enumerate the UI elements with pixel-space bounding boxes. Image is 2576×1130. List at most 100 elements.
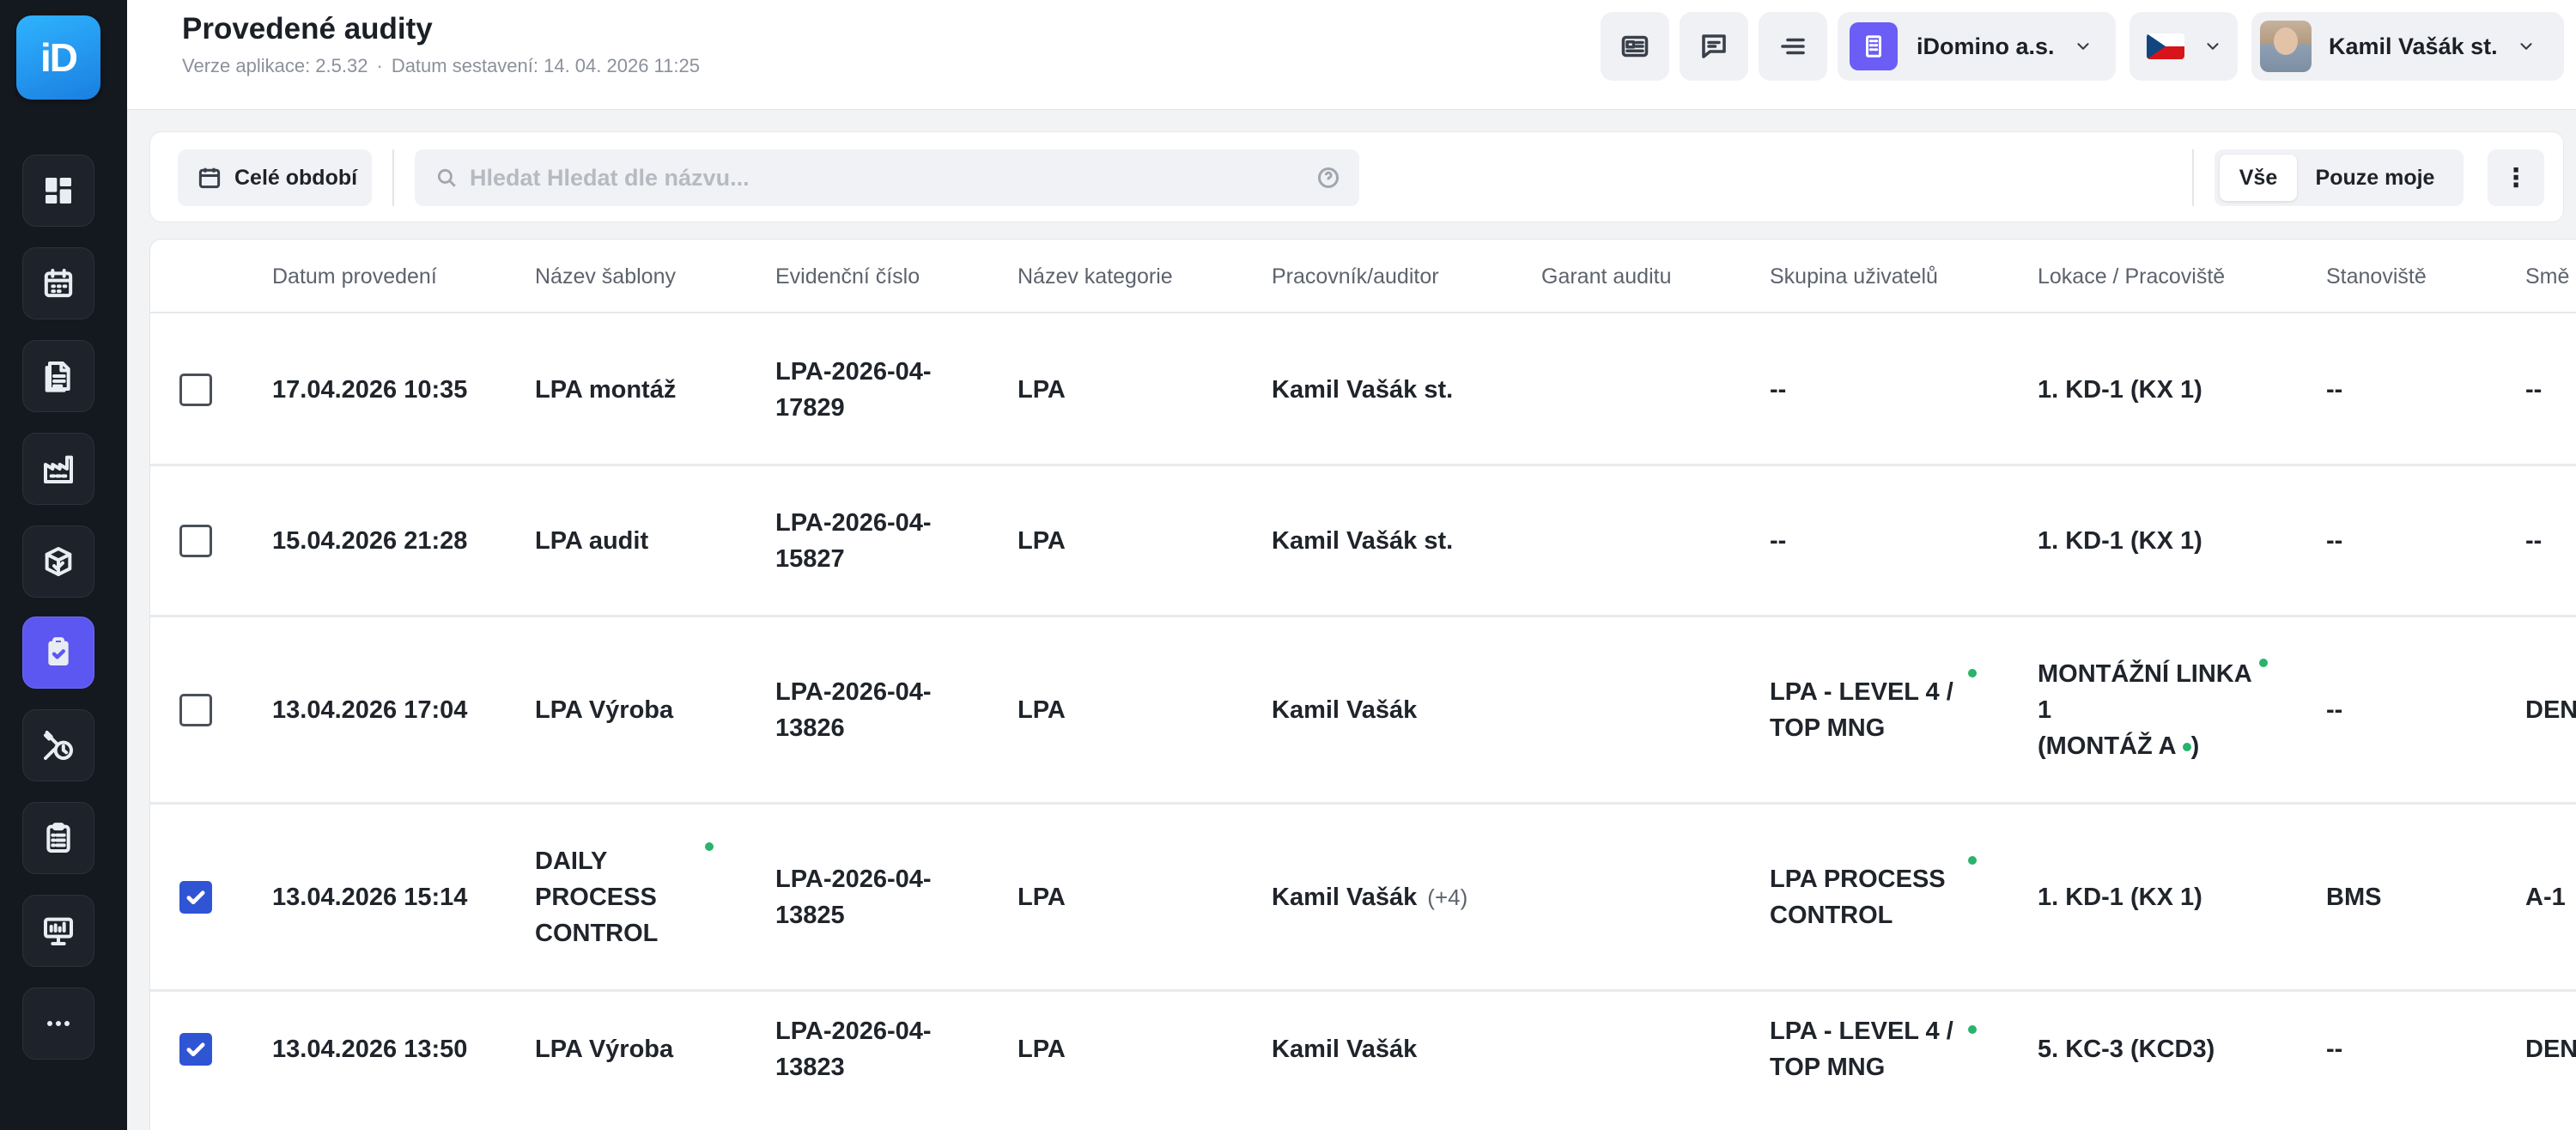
column-header-worker[interactable]: Pracovník/auditor xyxy=(1272,240,1439,313)
cell-group-wrap: LPA - LEVEL 4 / TOP MNG xyxy=(1770,617,1993,802)
column-header-station[interactable]: Stanoviště xyxy=(2326,240,2427,313)
cell-worker-extra[interactable]: (+4) xyxy=(1427,879,1467,915)
row-checkbox-cell xyxy=(179,992,212,1107)
check-icon xyxy=(186,1042,205,1057)
row-checkbox-cell xyxy=(179,805,212,989)
cell-shift: -- xyxy=(2525,526,2543,555)
period-button[interactable]: Celé období xyxy=(178,149,372,206)
chat-button[interactable] xyxy=(1680,12,1748,81)
table-row[interactable]: 15.04.2026 21:28 LPA audit LPA-2026-04-1… xyxy=(150,466,2576,617)
search-box[interactable] xyxy=(415,149,1359,206)
sidebar-item-checklists[interactable] xyxy=(22,802,94,874)
row-checkbox[interactable] xyxy=(179,1033,212,1066)
news-button[interactable] xyxy=(1601,12,1669,81)
sidebar-item-factory[interactable] xyxy=(22,433,94,505)
language-selector[interactable] xyxy=(2129,12,2238,81)
avatar xyxy=(2260,21,2312,72)
more-icon xyxy=(47,1021,70,1026)
cell-template: DAILY PROCESS CONTROL xyxy=(535,847,659,947)
cell-location-wrap: MONTÁŽNÍ LINKA 1 (MONTÁŽ A ) xyxy=(2038,617,2295,802)
column-header-evid[interactable]: Evidenční číslo xyxy=(775,240,920,313)
text-lines-icon xyxy=(1781,38,1805,55)
column-header-garant[interactable]: Garant auditu xyxy=(1541,240,1672,313)
status-dot xyxy=(2182,742,2191,751)
cell-station: -- xyxy=(2326,1036,2343,1063)
cell-category: LPA xyxy=(1018,1036,1066,1063)
sidebar-item-calendar[interactable] xyxy=(22,247,94,319)
cell-location-sub: (MONTÁŽ A ) xyxy=(2038,732,2200,760)
cell-evid-wrap: LPA-2026-04-13823 xyxy=(775,992,973,1107)
app-logo[interactable]: iD xyxy=(16,15,100,100)
column-header-group[interactable]: Skupina uživatelů xyxy=(1770,240,1938,313)
cell-station: -- xyxy=(2326,375,2343,404)
ownership-filter: Vše Pouze moje xyxy=(2215,149,2464,206)
column-header-template[interactable]: Název šablony xyxy=(535,240,676,313)
cell-evid-wrap: LPA-2026-04-13825 xyxy=(775,805,973,989)
cell-group: LPA - LEVEL 4 / TOP MNG xyxy=(1770,677,1953,742)
filter-all-button[interactable]: Vše xyxy=(2220,155,2297,201)
row-checkbox-cell xyxy=(179,617,212,802)
more-options-button[interactable]: ⋮ xyxy=(2488,149,2544,206)
chat-icon xyxy=(1702,34,1726,58)
cell-evid-wrap: LPA-2026-04-15827 xyxy=(775,466,973,615)
cell-shift: DEN xyxy=(2525,696,2576,724)
user-menu[interactable]: Kamil Vašák st. xyxy=(2251,12,2564,81)
row-checkbox-cell xyxy=(179,466,212,615)
table-row[interactable]: 13.04.2026 13:50 LPA Výroba LPA-2026-04-… xyxy=(150,992,2576,1130)
table-row[interactable]: 17.04.2026 10:35 LPA montáž LPA-2026-04-… xyxy=(150,315,2576,466)
newspaper-icon xyxy=(1621,35,1649,58)
column-header-category[interactable]: Název kategorie xyxy=(1018,240,1173,313)
status-dot xyxy=(2259,659,2268,667)
cell-group-wrap: LPA PROCESS CONTROL xyxy=(1770,805,1993,989)
czech-flag-icon xyxy=(2147,33,2184,59)
cell-worker: Kamil Vašák st. xyxy=(1272,526,1454,555)
sidebar-item-presentation[interactable] xyxy=(22,895,94,967)
cell-category: LPA xyxy=(1018,526,1066,555)
column-header-date[interactable]: Datum provedení xyxy=(272,240,437,313)
search-input[interactable] xyxy=(470,164,1296,191)
row-checkbox[interactable] xyxy=(179,373,212,406)
row-checkbox[interactable] xyxy=(179,880,212,914)
column-header-location[interactable]: Lokace / Pracoviště xyxy=(2038,240,2225,313)
filter-mine-button[interactable]: Pouze moje xyxy=(2297,155,2453,201)
status-dot xyxy=(705,842,714,851)
cell-group: -- xyxy=(1770,526,1787,555)
column-header-shift[interactable]: Smě xyxy=(2525,240,2569,313)
cell-location: 1. KD-1 (KX 1) xyxy=(2038,375,2202,404)
table-row[interactable]: 13.04.2026 15:14 DAILY PROCESS CONTROL L… xyxy=(150,805,2576,992)
page-header: Provedené audity Verze aplikace: 2.5.32 ·… xyxy=(127,0,2576,110)
document-icon xyxy=(45,361,70,392)
row-checkbox[interactable] xyxy=(179,693,212,726)
cell-template: LPA Výroba xyxy=(535,696,674,724)
build-date: Datum sestavení: 14. 04. 2026 11:25 xyxy=(391,55,700,76)
cell-evid: LPA-2026-04-15827 xyxy=(775,508,932,573)
row-checkbox-cell xyxy=(179,315,212,464)
cell-location: 1. KD-1 (KX 1) xyxy=(2038,526,2202,555)
row-checkbox[interactable] xyxy=(179,524,212,557)
help-icon[interactable] xyxy=(1316,166,1340,190)
cell-station: -- xyxy=(2326,526,2343,555)
sidebar-item-documents[interactable] xyxy=(22,340,94,412)
cell-template: LPA Výroba xyxy=(535,1036,674,1063)
cell-worker: Kamil Vašák xyxy=(1272,696,1418,724)
sidebar-item-dashboard[interactable] xyxy=(22,155,94,227)
notes-button[interactable] xyxy=(1759,12,1827,81)
table-row[interactable]: 13.04.2026 17:04 LPA Výroba LPA-2026-04-… xyxy=(150,617,2576,805)
cell-date: 13.04.2026 17:04 xyxy=(272,696,468,724)
cell-template-wrap: DAILY PROCESS CONTROL xyxy=(535,805,659,989)
check-icon xyxy=(186,890,205,904)
sidebar-item-packages[interactable] xyxy=(22,526,94,598)
sidebar-item-audits[interactable] xyxy=(22,617,94,689)
cell-station: -- xyxy=(2326,696,2343,724)
user-name: Kamil Vašák st. xyxy=(2329,33,2498,59)
sidebar-item-maintenance[interactable] xyxy=(22,709,94,781)
cell-location: MONTÁŽNÍ LINKA 1 xyxy=(2038,659,2251,724)
sidebar: iD xyxy=(0,0,127,1130)
company-selector[interactable]: iDomino a.s. xyxy=(1838,12,2116,81)
sidebar-item-more[interactable] xyxy=(22,987,94,1060)
cell-category: LPA xyxy=(1018,696,1066,724)
chevron-down-icon xyxy=(2207,43,2219,50)
checklist-icon xyxy=(46,823,70,853)
cell-category: LPA xyxy=(1018,375,1066,404)
cell-evid-wrap: LPA-2026-04-13826 xyxy=(775,617,973,802)
